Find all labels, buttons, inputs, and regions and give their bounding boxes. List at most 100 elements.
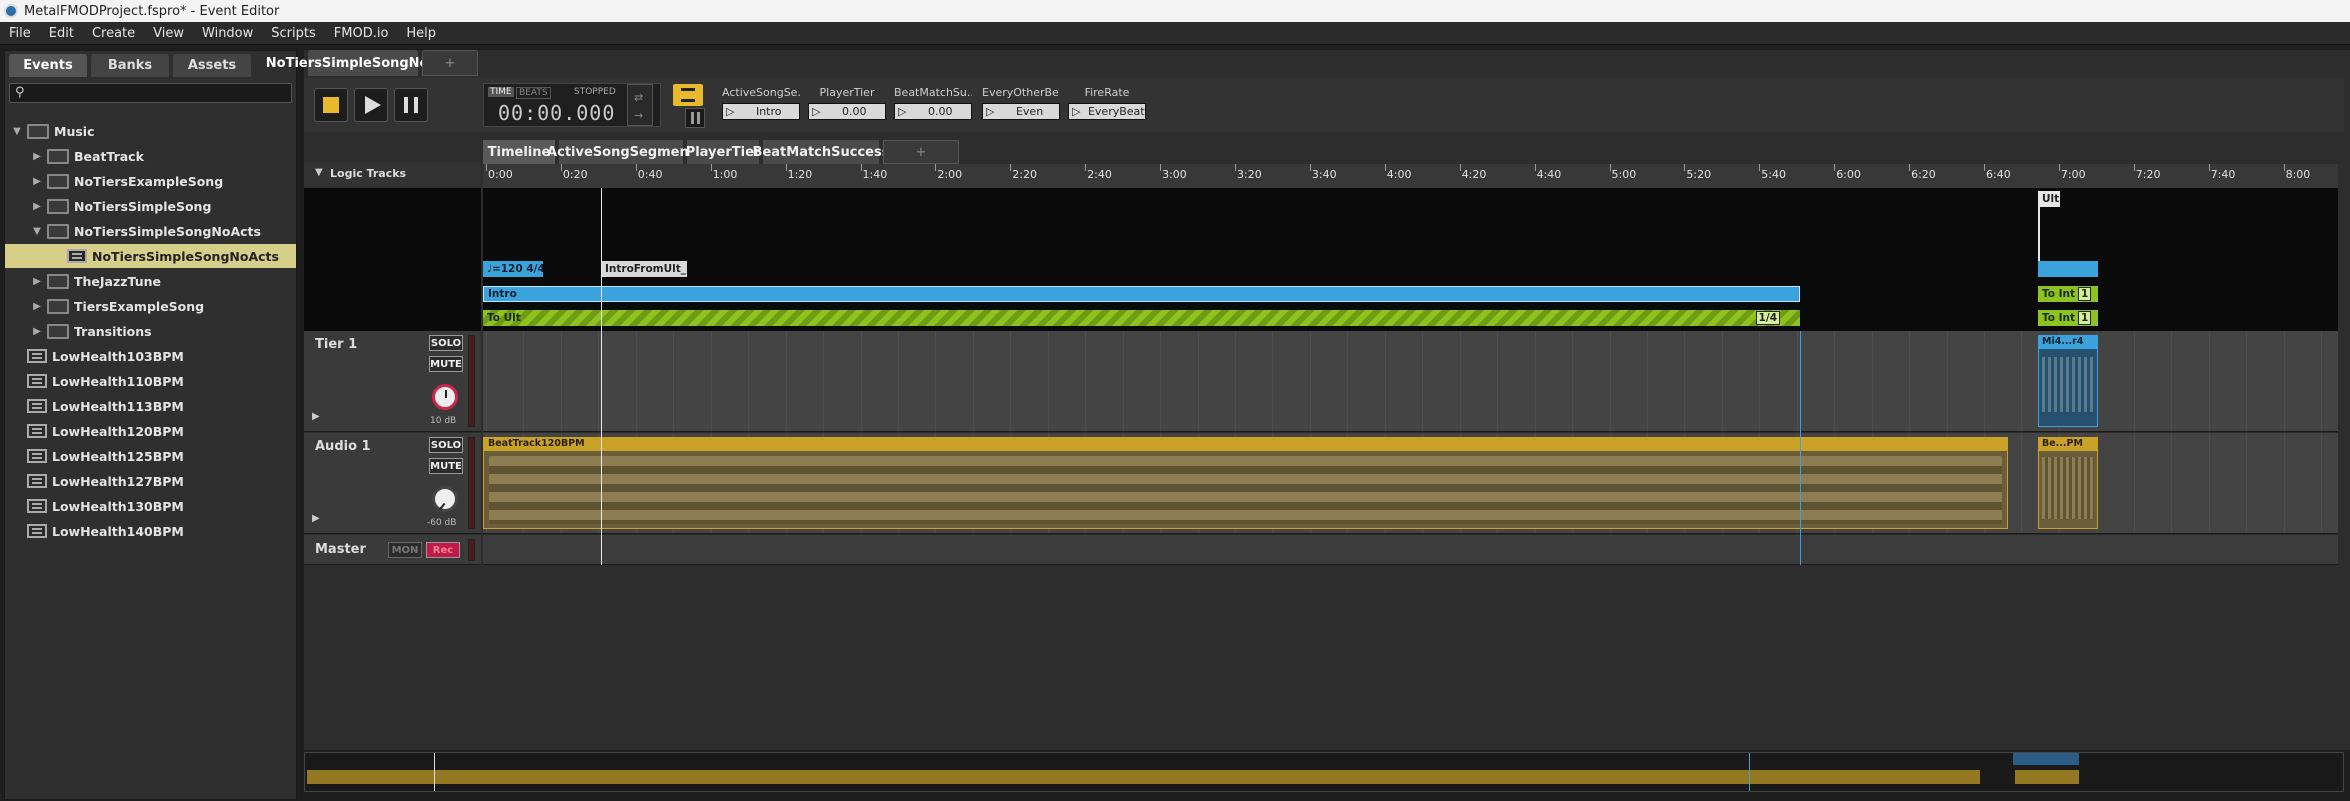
mute-button[interactable]: MUTE (429, 458, 463, 474)
grid-line (1459, 331, 1461, 431)
tree-folder[interactable]: ▼ NoTiersSimpleSongNoActs (5, 219, 296, 243)
subtab-add-button[interactable]: + (883, 140, 959, 164)
subtab-active-song-segment[interactable]: ActiveSongSegment (547, 140, 695, 164)
logic-tracks-label: Logic Tracks (330, 167, 407, 180)
expand-arrow-icon[interactable]: ▶ (312, 513, 320, 524)
beattrack-clip[interactable]: BeatTrack120BPM (483, 437, 2008, 529)
record-button[interactable]: Rec (426, 542, 460, 558)
tree-event[interactable]: LowHealth120BPM (5, 419, 296, 443)
menu-fmod-io[interactable]: FMOD.io (325, 26, 398, 41)
track-header-tier-1[interactable]: Tier 1 SOLO MUTE 10 dB ▶ (304, 331, 481, 432)
tab-assets[interactable]: Assets (173, 54, 251, 77)
expand-arrow-icon[interactable]: ▶ (31, 276, 43, 287)
param-player-tier[interactable]: PlayerTier ▷ 0.00 (808, 86, 886, 126)
tab-banks[interactable]: Banks (91, 54, 169, 77)
grid-line (1422, 331, 1424, 431)
tree-event[interactable]: LowHealth130BPM (5, 494, 296, 518)
loop-toggle-button[interactable]: ⇄ → (627, 84, 653, 126)
tree-event[interactable]: NoTiersSimpleSongNoActs (5, 244, 296, 268)
tree-folder[interactable]: ▼ Music (5, 119, 296, 143)
subtab-timeline[interactable]: Timeline (483, 140, 555, 164)
event-tab[interactable]: NoTiersSimpleSongNoActs (266, 50, 460, 76)
logic-tracks-header[interactable]: ▼ Logic Tracks (304, 162, 481, 186)
intro-from-ult-marker[interactable]: IntroFromUlt_1 (601, 261, 687, 277)
search-input[interactable]: ⚲ (9, 83, 292, 103)
tree-folder[interactable]: ▶ BeatTrack (5, 144, 296, 168)
to-ult-transition[interactable]: To Ult 1/4 (483, 310, 1800, 326)
timeline-ruler[interactable]: 0:00 0:20 0:40 1:00 1:20 1:40 2:00 2:20 2:40 3:00… (483, 164, 2338, 188)
mon-button[interactable]: MON (388, 542, 422, 558)
expand-arrow-icon[interactable]: ▶ (31, 301, 43, 312)
tree-event[interactable]: LowHealth140BPM (5, 519, 296, 543)
collapse-arrow-icon[interactable]: ▼ (11, 126, 23, 137)
param-fire-rate[interactable]: FireRate ▷ EveryBeat (1068, 86, 1146, 126)
ruler-tick-mark (785, 164, 787, 171)
menu-edit[interactable]: Edit (40, 26, 83, 41)
timeline-overview[interactable] (304, 752, 2344, 792)
tree-folder[interactable]: ▶ Transitions (5, 319, 296, 343)
ult-marker[interactable]: Ult (2038, 191, 2060, 207)
subtab-beat-match-success[interactable]: BeatMatchSuccess (753, 140, 889, 164)
grid-line (1384, 331, 1386, 431)
tree-event[interactable]: LowHealth113BPM (5, 394, 296, 418)
tree-label: NoTiersSimpleSongNoActs (92, 248, 279, 264)
tab-events[interactable]: Events (9, 54, 87, 77)
collapse-arrow-icon[interactable]: ▼ (31, 226, 43, 237)
volume-knob[interactable] (432, 384, 458, 410)
beattrack-clip-ult[interactable]: Be...PM (2038, 437, 2098, 529)
expand-arrow-icon[interactable]: ▶ (31, 326, 43, 337)
menu-window[interactable]: Window (193, 26, 262, 41)
menu-file[interactable]: File (0, 26, 40, 41)
mute-button[interactable]: MUTE (429, 356, 463, 372)
tree-label: BeatTrack (74, 148, 144, 164)
tier-clip[interactable]: Mi4...r4 (2038, 335, 2098, 427)
ruler-tick-mark (1085, 164, 1087, 171)
stop-button[interactable] (314, 88, 348, 122)
menu-help[interactable]: Help (397, 26, 445, 41)
ruler-tick-mark (1309, 164, 1311, 171)
ult-tempo-region[interactable] (2038, 261, 2098, 277)
param-active-song-segment[interactable]: ActiveSongSe... ▷ Intro (722, 86, 800, 126)
solo-button[interactable]: SOLO (429, 437, 463, 453)
track-header-audio-1[interactable]: Audio 1 SOLO MUTE -60 dB ▶ (304, 433, 481, 534)
menu-create[interactable]: Create (83, 26, 144, 41)
tree-folder[interactable]: ▶ NoTiersSimpleSong (5, 194, 296, 218)
volume-knob[interactable] (432, 486, 458, 512)
track-header-master[interactable]: Master MON Rec (304, 535, 481, 565)
tree-folder[interactable]: ▶ NoTiersExampleSong (5, 169, 296, 193)
tree-event[interactable]: LowHealth125BPM (5, 444, 296, 468)
parameter-view-button[interactable] (673, 84, 703, 106)
expand-arrow-icon[interactable]: ▶ (31, 151, 43, 162)
param-every-other-beat[interactable]: EveryOtherBe... ▷ Even (982, 86, 1060, 126)
lane-master (483, 535, 2338, 565)
menu-scripts[interactable]: Scripts (262, 26, 324, 41)
intro-region[interactable]: Intro (483, 286, 1800, 302)
grid-line (2246, 433, 2248, 533)
ruler-tick-label: 2:00 (937, 168, 963, 181)
solo-button[interactable]: SOLO (429, 335, 463, 351)
to-int-transition-a[interactable]: To Int 1 (2038, 286, 2098, 302)
meter-view-button[interactable] (685, 108, 705, 128)
event-icon (67, 249, 87, 263)
tempo-marker[interactable]: ♩=120 4/4 (483, 261, 543, 277)
subtab-player-tier[interactable]: PlayerTier (686, 140, 760, 164)
tree-event[interactable]: LowHealth127BPM (5, 469, 296, 493)
tree-event[interactable]: LowHealth103BPM (5, 344, 296, 368)
expand-arrow-icon[interactable]: ▶ (31, 201, 43, 212)
menu-view[interactable]: View (144, 26, 193, 41)
expand-arrow-icon[interactable]: ▶ (312, 411, 320, 422)
tree-folder[interactable]: ▶ TiersExampleSong (5, 294, 296, 318)
time-mode-time[interactable]: TIME (488, 87, 514, 97)
to-int-transition-b[interactable]: To Int 1 (2038, 310, 2098, 326)
param-beat-match-success[interactable]: BeatMatchSu... ▷ 0.00 (894, 86, 972, 126)
grid-line (2021, 433, 2023, 533)
ruler-tick-label: 6:20 (1911, 168, 1936, 181)
expand-arrow-icon[interactable]: ▶ (31, 176, 43, 187)
grid-line (1871, 331, 1873, 431)
play-button[interactable] (354, 88, 388, 122)
time-mode-beats[interactable]: BEATS (516, 87, 551, 99)
tree-folder[interactable]: ▶ TheJazzTune (5, 269, 296, 293)
new-tab-button[interactable]: + (422, 50, 478, 76)
tree-event[interactable]: LowHealth110BPM (5, 369, 296, 393)
pause-button[interactable] (394, 88, 428, 122)
